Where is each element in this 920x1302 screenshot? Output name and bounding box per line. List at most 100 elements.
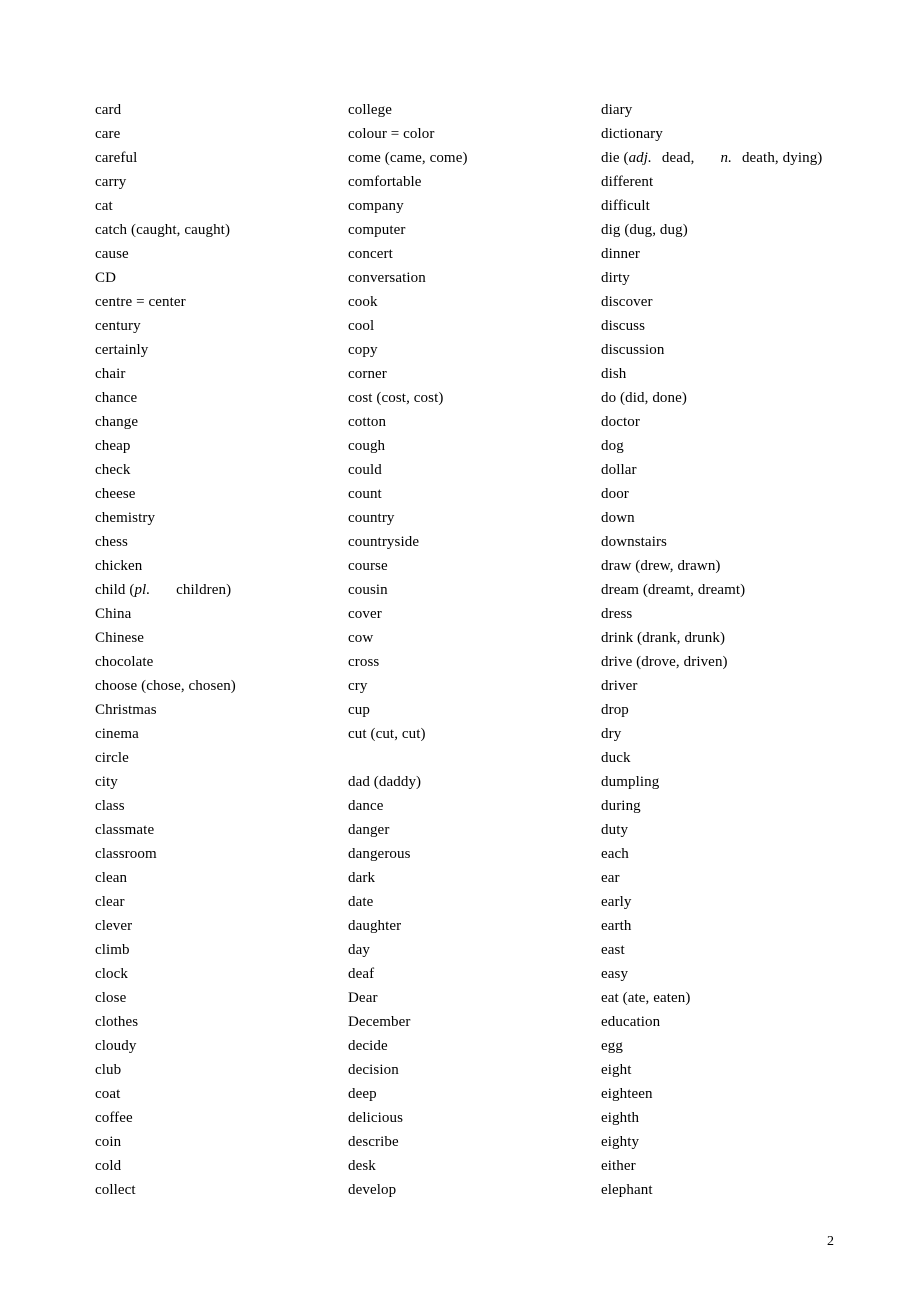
- word-entry: clever: [95, 918, 133, 934]
- word-entry: check: [95, 462, 131, 478]
- word-entry: dad (daddy): [348, 774, 422, 790]
- column-1: card care careful carry cat catch (caught, ca…: [95, 98, 348, 1202]
- word-entry: Christmas: [95, 702, 157, 718]
- word-entry: count: [348, 486, 382, 502]
- page-number: 2: [827, 1234, 834, 1249]
- word-entry: cough: [348, 438, 386, 454]
- word-entry: dig (dug, dug): [601, 222, 688, 238]
- word-entry: chance: [95, 390, 138, 406]
- word-entry: eighteen: [601, 1086, 653, 1102]
- word-entry: draw (drew, drawn): [601, 558, 721, 574]
- word-entry: college: [348, 102, 393, 118]
- word-entry: Chinese: [95, 630, 145, 646]
- word-entry: coffee: [95, 1110, 133, 1126]
- word-text: die (: [601, 150, 629, 166]
- word-entry: dangerous: [348, 846, 411, 862]
- word-entry: egg: [601, 1038, 623, 1054]
- word-entry: chicken: [95, 558, 143, 574]
- word-entry: dollar: [601, 462, 637, 478]
- word-entry: cause: [95, 246, 129, 262]
- word-text: death, dying): [741, 150, 823, 166]
- word-entry: copy: [348, 342, 378, 358]
- word-entry: duck: [601, 750, 631, 766]
- word-entry: discuss: [601, 318, 646, 334]
- word-entry: down: [601, 510, 635, 526]
- word-entry: door: [601, 486, 629, 502]
- word-entry: century: [95, 318, 141, 334]
- word-entry: day: [348, 942, 370, 958]
- word-entry: cloudy: [95, 1038, 137, 1054]
- word-entry: clean: [95, 870, 128, 886]
- word-entry: cotton: [348, 414, 387, 430]
- word-entry: elephant: [601, 1182, 653, 1198]
- word-entry: change: [95, 414, 139, 430]
- word-entry: computer: [348, 222, 406, 238]
- word-entry: city: [95, 774, 118, 790]
- word-entry: CD: [95, 270, 117, 286]
- document-page: card care careful carry cat catch (caught, ca…: [0, 0, 920, 1302]
- word-entry: cost (cost, cost): [348, 390, 444, 406]
- word-entry: downstairs: [601, 534, 667, 550]
- word-entry: do (did, done): [601, 390, 687, 406]
- word-entry: dumpling: [601, 774, 660, 790]
- word-entry: drop: [601, 702, 629, 718]
- word-entry: cheese: [95, 486, 136, 502]
- word-entry: dish: [601, 366, 627, 382]
- word-entry: carry: [95, 174, 127, 190]
- word-entry: country: [348, 510, 395, 526]
- word-entry: could: [348, 462, 382, 478]
- word-entry: eighty: [601, 1134, 640, 1150]
- word-entry: eighth: [601, 1110, 640, 1126]
- word-entry: coin: [95, 1134, 122, 1150]
- word-list-columns: card care careful carry cat catch (caught, ca…: [95, 98, 855, 1202]
- word-entry: dinner: [601, 246, 640, 262]
- word-entry: countryside: [348, 534, 420, 550]
- word-entry: dance: [348, 798, 384, 814]
- word-entry: cut (cut, cut): [348, 726, 426, 742]
- word-entry: cool: [348, 318, 375, 334]
- word-entry: early: [601, 894, 632, 910]
- word-entry: drive (drove, driven): [601, 654, 728, 670]
- word-entry: discussion: [601, 342, 665, 358]
- column-3: diary dictionary die (adj. dead, n. death, dy…: [601, 98, 854, 1202]
- word-entry: cover: [348, 606, 382, 622]
- word-entry: concert: [348, 246, 393, 262]
- word-entry: cry: [348, 678, 368, 694]
- word-entry: decide: [348, 1038, 388, 1054]
- word-entry: diary: [601, 102, 633, 118]
- word-entry: coat: [95, 1086, 121, 1102]
- word-entry: delicious: [348, 1110, 404, 1126]
- word-entry: education: [601, 1014, 661, 1030]
- word-entry: eat (ate, eaten): [601, 990, 691, 1006]
- word-entry: describe: [348, 1134, 399, 1150]
- word-entry: dress: [601, 606, 633, 622]
- word-entry: danger: [348, 822, 390, 838]
- word-entry: cold: [95, 1158, 122, 1174]
- word-entry: difficult: [601, 198, 650, 214]
- word-entry: clear: [95, 894, 125, 910]
- word-entry: chemistry: [95, 510, 156, 526]
- word-entry: east: [601, 942, 625, 958]
- word-entry: cross: [348, 654, 380, 670]
- word-entry: cup: [348, 702, 370, 718]
- word-entry: chocolate: [95, 654, 154, 670]
- word-entry: eight: [601, 1062, 632, 1078]
- word-entry: clock: [95, 966, 128, 982]
- word-entry: classmate: [95, 822, 155, 838]
- word-entry: desk: [348, 1158, 376, 1174]
- word-entry: comfortable: [348, 174, 422, 190]
- word-entry: close: [95, 990, 127, 1006]
- word-entry: club: [95, 1062, 122, 1078]
- word-entry: either: [601, 1158, 636, 1174]
- word-entry: catch (caught, caught): [95, 222, 231, 238]
- word-entry: ear: [601, 870, 620, 886]
- word-entry: climb: [95, 942, 130, 958]
- part-of-speech-label: n.: [720, 150, 732, 166]
- word-entry: daughter: [348, 918, 402, 934]
- word-entry: course: [348, 558, 388, 574]
- word-entry: certainly: [95, 342, 149, 358]
- part-of-speech-label: pl.: [134, 582, 151, 598]
- word-entry: cow: [348, 630, 374, 646]
- word-text: child (: [95, 582, 135, 598]
- word-entry: classroom: [95, 846, 157, 862]
